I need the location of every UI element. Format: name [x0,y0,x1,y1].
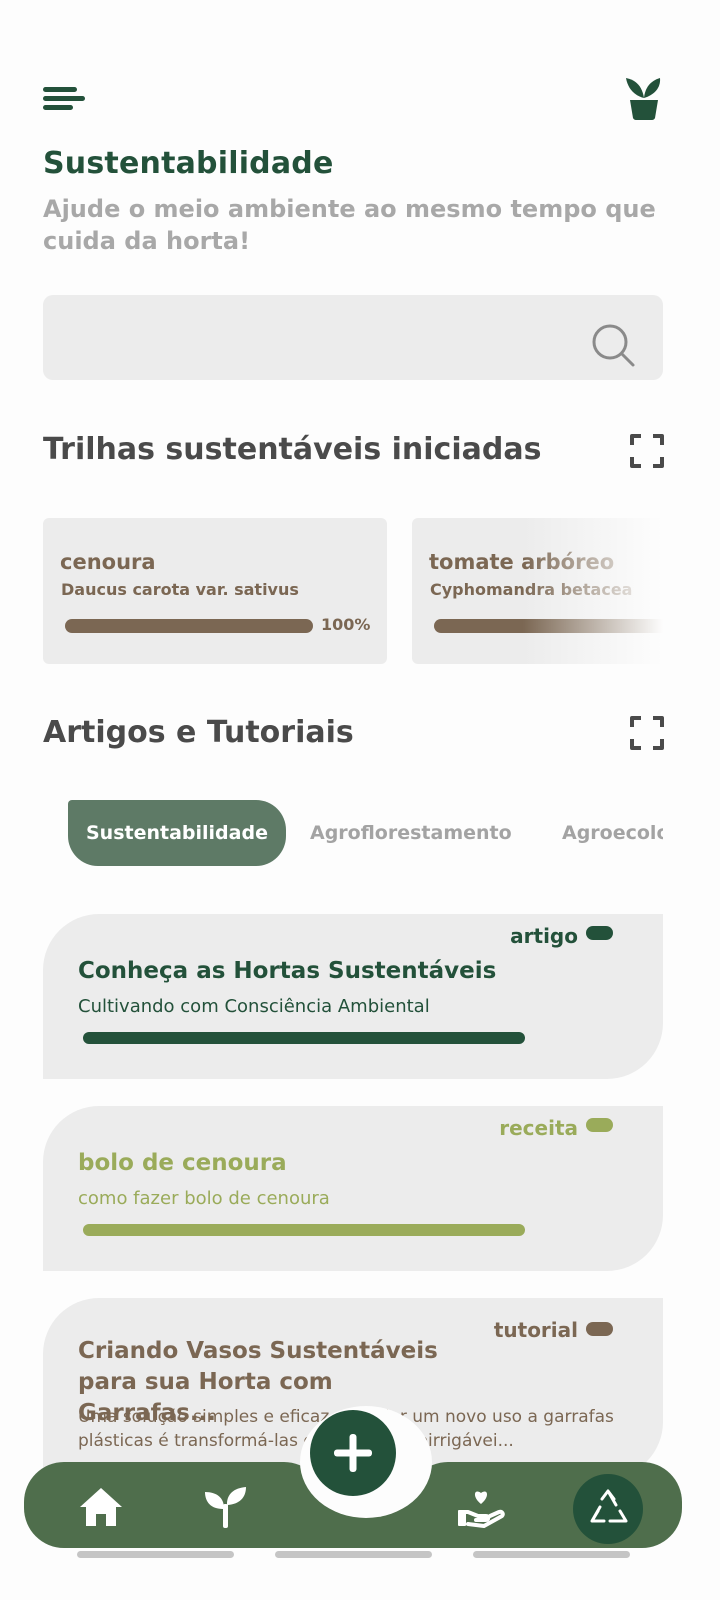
trails-carousel[interactable]: cenoura Daucus carota var. sativus 100% … [43,518,663,664]
trail-name: cenoura [60,550,156,574]
articles-section-title: Artigos e Tutoriais [43,715,354,750]
sprout-icon[interactable] [199,1482,253,1532]
menu-icon[interactable] [43,86,87,112]
search-icon[interactable] [590,322,636,368]
article-title: Conheça as Hortas Sustentáveis [78,958,497,984]
search-box[interactable] [43,295,663,380]
gesture-bar [275,1551,432,1558]
page-subtitle: Ajude o meio ambiente ao mesmo tempo que… [43,195,656,255]
category-tabs[interactable]: Sustentabilidade Agroflorestamento Agroe… [43,800,663,866]
trail-progress-label: 100% [321,615,371,634]
tag-pill [586,1118,613,1132]
trail-scientific-name: Daucus carota var. sativus [61,580,299,599]
hand-heart-icon[interactable] [454,1482,508,1532]
article-card[interactable]: receita bolo de cenoura como fazer bolo … [43,1106,663,1271]
plant-logo-icon [626,78,661,120]
article-title: bolo de cenoura [78,1150,287,1176]
page-title: Sustentabilidade [43,146,334,181]
article-tag: artigo [510,924,578,948]
trail-progress-bar [65,619,313,633]
tag-pill [586,1322,613,1336]
article-accent-bar [83,1224,525,1236]
article-description: Cultivando com Consciência Ambiental [78,996,430,1017]
trail-card[interactable]: cenoura Daucus carota var. sativus 100% [43,518,387,664]
search-input[interactable] [63,315,583,360]
article-accent-bar [83,1032,525,1044]
article-description: como fazer bolo de cenoura [78,1188,330,1209]
expand-icon[interactable] [630,434,664,468]
gesture-bar [77,1551,234,1558]
trail-card[interactable]: tomate arbóreo Cyphomandra betacea [412,518,663,664]
trail-scientific-name: Cyphomandra betacea [430,580,633,599]
tab-agroecologia[interactable]: Agroecologia [562,800,663,866]
trails-section-title: Trilhas sustentáveis iniciadas [43,432,542,467]
recycle-button[interactable] [573,1474,643,1544]
add-button[interactable] [310,1410,396,1496]
expand-icon[interactable] [630,716,664,750]
home-icon[interactable] [74,1482,128,1532]
tab-sustentabilidade[interactable]: Sustentabilidade [68,800,286,866]
recycle-icon [590,1489,628,1523]
article-card[interactable]: artigo Conheça as Hortas Sustentáveis Cu… [43,914,663,1079]
tab-agroflorestamento[interactable]: Agroflorestamento [310,800,512,866]
trail-name: tomate arbóreo [429,550,615,574]
tag-pill [586,926,613,940]
trail-progress-bar [434,619,663,633]
gesture-bar [473,1551,630,1558]
article-tag: tutorial [493,1318,578,1342]
article-tag: receita [499,1116,578,1140]
